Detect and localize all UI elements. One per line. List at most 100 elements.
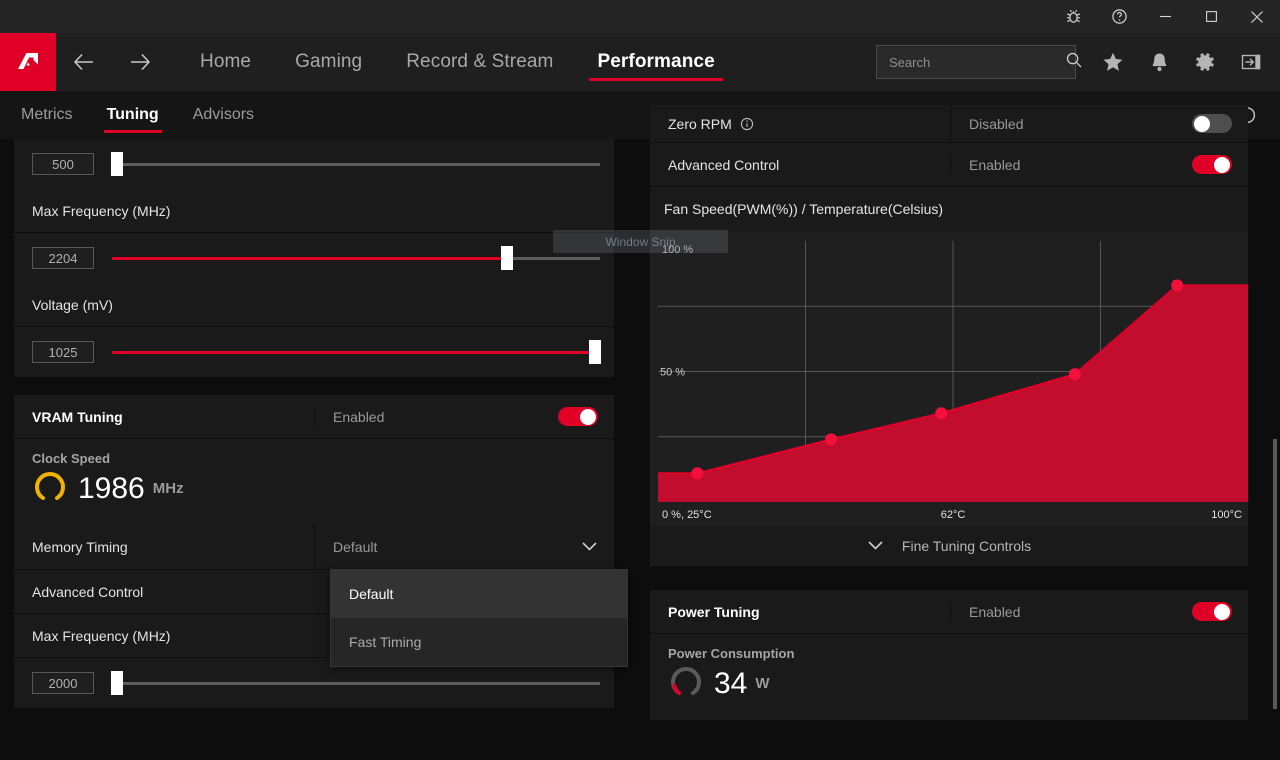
slider-thumb[interactable] <box>110 671 123 695</box>
power-tuning-state: Enabled <box>950 602 1248 621</box>
tab-advisors[interactable]: Advisors <box>176 91 271 139</box>
vram-tuning-card: VRAM Tuning Enabled Clock Speed 1986 MHz… <box>14 395 628 708</box>
slider-track <box>112 681 600 685</box>
slider-track <box>112 162 600 166</box>
zero-rpm-state-label: Disabled <box>969 115 1024 132</box>
collapse-panel-icon[interactable] <box>1228 33 1274 91</box>
search-icon[interactable] <box>1065 51 1083 74</box>
zero-rpm-toggle[interactable] <box>1192 114 1232 133</box>
power-tuning-card: Power Tuning Enabled Power Consumption 3… <box>650 590 1248 720</box>
bug-report-icon[interactable] <box>1050 0 1096 33</box>
info-icon[interactable] <box>740 117 754 131</box>
clock-speed-value: 1986 <box>78 471 145 505</box>
vram-max-frequency-label: Max Frequency (MHz) <box>32 627 171 644</box>
dropdown-option-fast-timing[interactable]: Fast Timing <box>331 618 627 666</box>
search-box[interactable] <box>876 45 1082 79</box>
svg-text:100 %: 100 % <box>662 244 693 256</box>
min-frequency-value[interactable]: 500 <box>32 153 94 175</box>
toggle-knob <box>1194 115 1210 132</box>
fan-advanced-control-toggle[interactable] <box>1192 155 1232 174</box>
vram-advanced-control-label: Advanced Control <box>32 583 144 600</box>
toggle-knob <box>1214 603 1230 620</box>
memory-timing-row: Memory Timing Default Default Fast Timin… <box>14 525 628 667</box>
memory-timing-dropdown[interactable]: Default <box>314 525 614 569</box>
vram-tuning-toggle[interactable] <box>558 407 598 426</box>
slider-fill <box>112 350 596 354</box>
tab-tuning[interactable]: Tuning <box>90 91 176 139</box>
toggle-knob <box>1214 156 1230 173</box>
zero-rpm-state: Disabled <box>950 105 1248 142</box>
power-tuning-header-row: Power Tuning Enabled <box>650 590 1248 634</box>
favorites-star-icon[interactable] <box>1090 33 1136 91</box>
fan-curve-svg[interactable]: 100 % 50 % 0 %, 25°C 62°C 100°C <box>650 231 1248 526</box>
zero-rpm-row: Zero RPM Disabled <box>650 105 1248 143</box>
max-frequency-slider-row: 2204 <box>14 233 614 283</box>
fan-curve-chart[interactable]: 100 % 50 % 0 %, 25°C 62°C 100°C <box>650 231 1248 526</box>
title-bar <box>0 0 1280 33</box>
nav-right-tools <box>876 33 1280 91</box>
slider-thumb[interactable] <box>110 152 123 176</box>
min-frequency-slider-row: 500 <box>14 139 614 189</box>
vertical-scrollbar[interactable] <box>1273 439 1277 709</box>
vram-max-frequency-value-box[interactable]: 2000 <box>32 672 94 694</box>
fine-tuning-controls-label: Fine Tuning Controls <box>901 538 1032 554</box>
tab-metrics[interactable]: Metrics <box>4 91 90 139</box>
svg-text:50 %: 50 % <box>660 367 685 379</box>
svg-text:62°C: 62°C <box>941 509 966 521</box>
power-consumption-block: Power Consumption 34 W <box>650 634 1248 720</box>
voltage-label: Voltage (mV) <box>14 283 614 327</box>
memory-timing-dropdown-menu: Default Fast Timing <box>330 569 628 667</box>
vram-clock-speed-block: Clock Speed 1986 MHz <box>14 439 614 525</box>
nav-link-performance[interactable]: Performance <box>575 33 736 91</box>
vram-tuning-state-label: Enabled <box>333 408 385 425</box>
voltage-slider[interactable] <box>112 340 602 364</box>
svg-text:100°C: 100°C <box>1211 509 1242 521</box>
vram-max-frequency-slider[interactable] <box>110 671 600 695</box>
nav-link-gaming[interactable]: Gaming <box>273 33 384 91</box>
fan-advanced-control-state: Enabled <box>950 155 1248 174</box>
search-input[interactable] <box>889 54 1065 70</box>
voltage-value[interactable]: 1025 <box>32 341 94 363</box>
chevron-down-icon[interactable] <box>581 539 598 555</box>
max-frequency-value[interactable]: 2204 <box>32 247 94 269</box>
slider-thumb[interactable] <box>501 246 514 270</box>
nav-link-record-stream[interactable]: Record & Stream <box>384 33 575 91</box>
voltage-slider-row: 1025 <box>14 327 614 377</box>
vram-tuning-title: VRAM Tuning <box>32 408 123 425</box>
forward-button[interactable] <box>112 33 168 91</box>
minimize-button[interactable] <box>1142 0 1188 33</box>
gpu-tuning-card: 500 Max Frequency (MHz) 2204 Voltage (mV… <box>14 139 614 377</box>
power-consumption-label: Power Consumption <box>668 646 795 661</box>
help-icon[interactable] <box>1096 0 1142 33</box>
max-frequency-slider[interactable] <box>112 246 600 270</box>
close-button[interactable] <box>1234 0 1280 33</box>
memory-timing-value: Default <box>333 539 378 555</box>
power-consumption-unit: W <box>755 675 770 692</box>
power-tuning-toggle[interactable] <box>1192 602 1232 621</box>
fine-tuning-controls-button[interactable]: Fine Tuning Controls <box>650 526 1248 566</box>
fan-advanced-control-row: Advanced Control Enabled <box>650 143 1248 187</box>
vram-tuning-state: Enabled <box>314 407 614 426</box>
amd-logo-icon[interactable] <box>0 33 56 91</box>
clock-speed-readout: 1986 MHz <box>32 468 614 509</box>
fan-curve-chart-title: Fan Speed(PWM(%)) / Temperature(Celsius) <box>664 201 944 217</box>
right-column: Zero RPM Disabled Advanced Control Enabl… <box>650 105 1248 738</box>
fan-advanced-control-state-label: Enabled <box>969 156 1021 173</box>
content-area: 500 Max Frequency (MHz) 2204 Voltage (mV… <box>0 105 1280 760</box>
slider-fill <box>112 256 508 260</box>
power-consumption-value: 34 <box>714 666 748 700</box>
nav-links: Home Gaming Record & Stream Performance <box>178 33 737 91</box>
nav-link-home[interactable]: Home <box>178 33 273 91</box>
slider-thumb[interactable] <box>589 340 602 364</box>
settings-gear-icon[interactable] <box>1182 33 1228 91</box>
notifications-bell-icon[interactable] <box>1136 33 1182 91</box>
main-navigation: Home Gaming Record & Stream Performance <box>0 33 1280 91</box>
back-button[interactable] <box>56 33 112 91</box>
zero-rpm-label: Zero RPM <box>668 115 732 132</box>
maximize-button[interactable] <box>1188 0 1234 33</box>
fan-advanced-control-label: Advanced Control <box>668 156 780 173</box>
left-column: 500 Max Frequency (MHz) 2204 Voltage (mV… <box>14 139 628 726</box>
dropdown-option-default[interactable]: Default <box>331 570 627 618</box>
memory-timing-label: Memory Timing <box>32 539 128 555</box>
min-frequency-slider[interactable] <box>110 152 600 176</box>
